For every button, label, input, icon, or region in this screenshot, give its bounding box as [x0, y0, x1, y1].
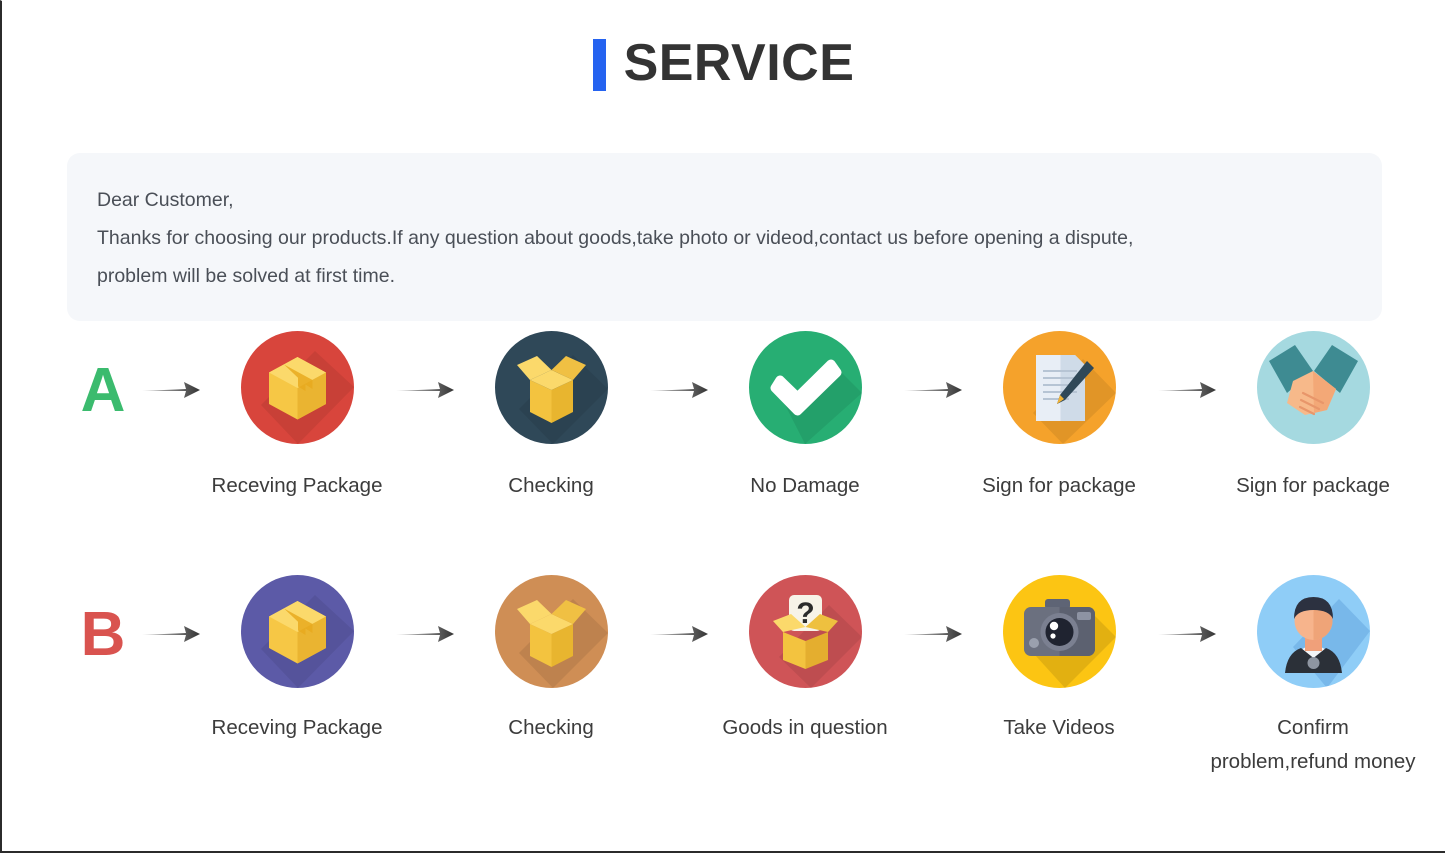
- flow-step-label: Goods in question: [722, 716, 888, 739]
- arrow-right-icon: [134, 331, 206, 451]
- arrow-right-icon: [896, 575, 968, 695]
- flow-step: No Damage: [714, 331, 896, 503]
- arrow-right-icon: [1150, 331, 1222, 451]
- flow-step: Take Videos: [968, 575, 1150, 745]
- support-person-icon: [1256, 575, 1370, 688]
- flow-step-label: Receving Package: [211, 716, 383, 739]
- notice-line-2: Thanks for choosing our products.If any …: [97, 227, 1134, 250]
- flow-step: Checking: [460, 331, 642, 503]
- package-box-icon: [240, 331, 354, 444]
- flow-step-label: Sign for package: [982, 474, 1136, 497]
- flow-step: Sign for package: [1222, 331, 1404, 503]
- arrow-right-icon: [896, 331, 968, 451]
- flow-step-label: Confirm problem,refund money: [1210, 716, 1416, 773]
- handshake-icon: [1256, 331, 1370, 444]
- flow-step: Confirm problem,refund money: [1210, 575, 1416, 779]
- flow-row-a: A Receving Package Checking No Damage Si…: [72, 331, 1392, 503]
- flow-letter-a: A: [80, 356, 126, 425]
- arrow-right-icon: [642, 331, 714, 451]
- question-box-icon: ?: [748, 575, 862, 688]
- open-box-icon: [494, 575, 608, 688]
- flow-letter-b: B: [80, 600, 126, 669]
- flow-step-label: Checking: [508, 716, 594, 739]
- arrow-right-icon: [1150, 575, 1222, 695]
- arrow-right-icon: [388, 575, 460, 695]
- document-pen-icon: [1002, 331, 1116, 444]
- open-box-icon: [494, 331, 608, 444]
- checkmark-icon: [748, 331, 862, 444]
- package-box-icon: [240, 575, 354, 688]
- notice-line-1: Dear Customer,: [97, 189, 234, 211]
- arrow-right-icon: [388, 331, 460, 451]
- flow-step: Checking: [460, 575, 642, 745]
- service-page: SERVICE Dear Customer, Thanks for choosi…: [0, 0, 1445, 853]
- flow-step-label: Checking: [508, 474, 594, 497]
- flow-step: ? Goods in question: [714, 575, 896, 745]
- flow-step-label: Sign for package: [1236, 474, 1390, 497]
- accent-bar-icon: [592, 39, 606, 91]
- arrow-right-icon: [642, 575, 714, 695]
- page-title: SERVICE: [623, 34, 855, 92]
- customer-notice-box: Dear Customer, Thanks for choosing our p…: [67, 153, 1382, 322]
- camera-icon: [1002, 575, 1116, 688]
- flow-step: Receving Package: [206, 575, 388, 745]
- flow-step-label: No Damage: [750, 474, 860, 497]
- flow-step: Receving Package: [206, 331, 388, 503]
- flow-step-label: Take Videos: [1003, 716, 1115, 739]
- flow-row-b: B Receving Package Checking ? Goods in q…: [72, 575, 1416, 779]
- flow-step-label: Receving Package: [211, 474, 383, 497]
- flow-step: Sign for package: [968, 331, 1150, 503]
- arrow-right-icon: [134, 575, 206, 695]
- page-header: SERVICE: [2, 34, 1445, 92]
- notice-line-3: problem will be solved at first time.: [97, 265, 396, 288]
